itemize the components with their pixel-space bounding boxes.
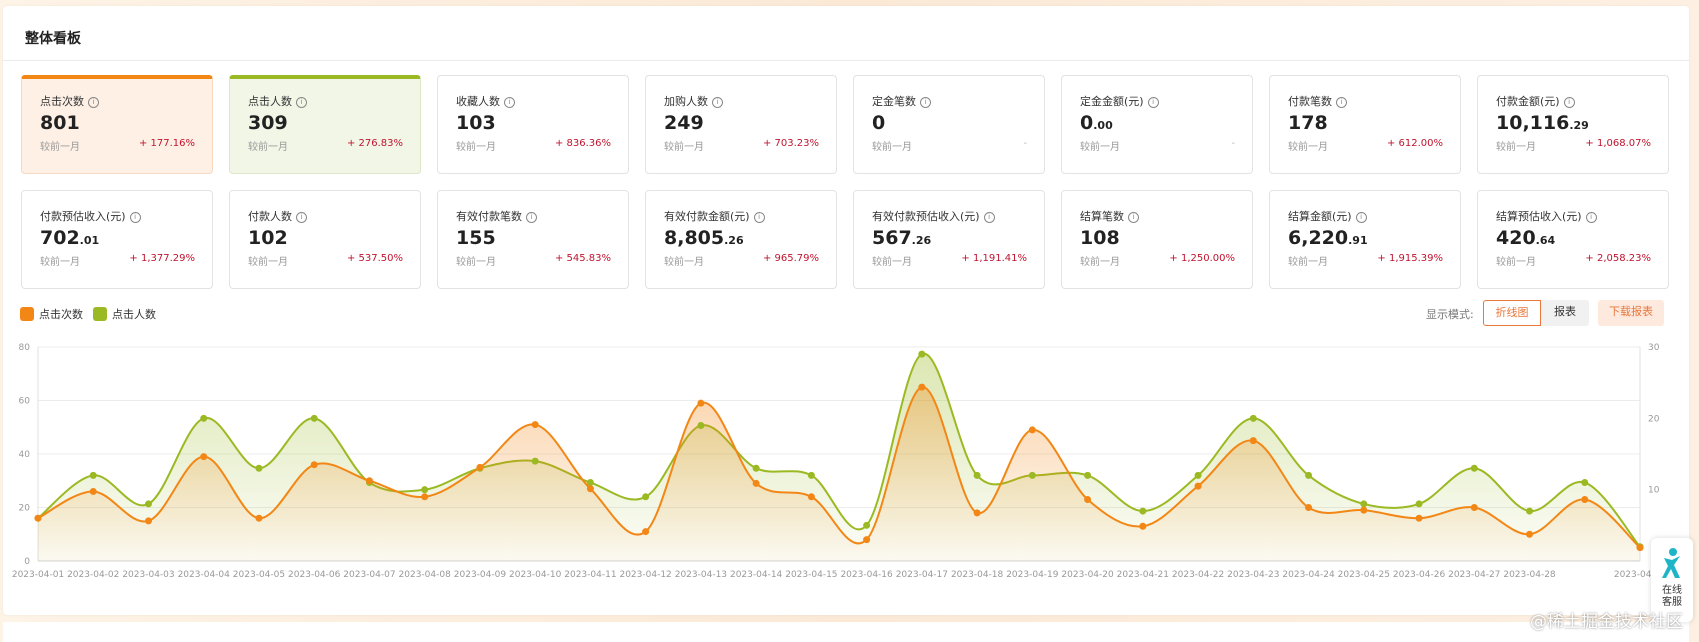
data-point-visitors (863, 521, 871, 529)
data-point-clicks (1581, 495, 1589, 503)
data-point-visitors (1249, 414, 1257, 422)
data-point-clicks (310, 461, 318, 469)
data-point-clicks (1305, 504, 1313, 511)
data-point-clicks (1139, 522, 1147, 530)
x-tick-label: 2023-04-19 (1006, 570, 1059, 580)
data-point-clicks (365, 477, 373, 485)
x-tick-label: 2023-04-28 (1503, 570, 1556, 580)
service-agent-icon (1662, 548, 1680, 578)
service-label-line1: 在线 (1662, 585, 1682, 596)
data-point-visitors (144, 500, 152, 508)
data-point-visitors (421, 486, 429, 494)
x-tick-label: 2023-04-21 (1117, 570, 1169, 580)
x-tick-label: 2023-04-26 (1393, 570, 1446, 580)
x-tick-label: 2023-04-27 (1448, 570, 1500, 580)
y-right-tick-label: 30 (1648, 343, 1660, 353)
data-point-clicks (421, 493, 429, 501)
x-tick-label: 2023-04-25 (1338, 570, 1390, 580)
data-point-clicks (1194, 482, 1202, 490)
next-panel-edge (3, 622, 1689, 642)
data-point-visitors (1470, 464, 1478, 472)
y-right-tick-label: 10 (1648, 486, 1660, 496)
data-point-clicks (1636, 544, 1644, 552)
x-tick-label: 2023-04-12 (619, 570, 671, 580)
data-point-visitors (531, 457, 539, 465)
data-point-clicks (973, 509, 981, 517)
data-point-clicks (1470, 504, 1478, 511)
data-point-clicks (255, 514, 263, 522)
data-point-clicks (144, 517, 152, 525)
data-point-clicks (34, 514, 42, 522)
data-point-clicks (89, 487, 97, 495)
y-right-tick-label: 20 (1648, 414, 1660, 424)
x-tick-label: 2023-04-15 (785, 570, 837, 580)
x-tick-label: 2023-04-24 (1282, 570, 1335, 580)
data-point-visitors (255, 464, 263, 472)
x-tick-label: 2023-04-22 (1172, 570, 1224, 580)
data-point-visitors (586, 479, 594, 487)
data-point-visitors (89, 471, 97, 479)
x-tick-label: 2023-04-05 (233, 570, 285, 580)
data-point-clicks (1526, 530, 1534, 538)
x-tick-label: 2023-04-18 (951, 570, 1004, 580)
x-tick-label: 2023-04-17 (896, 570, 948, 580)
data-point-clicks (476, 463, 484, 471)
data-point-clicks (1360, 506, 1368, 514)
data-point-clicks (200, 453, 208, 461)
data-point-clicks (642, 528, 650, 536)
data-point-clicks (697, 399, 705, 407)
data-point-clicks (863, 536, 871, 544)
data-point-clicks (1249, 437, 1257, 445)
x-tick-label: 2023-04-07 (343, 570, 395, 580)
data-point-visitors (1028, 471, 1036, 479)
x-tick-label: 2023-04-16 (840, 570, 893, 580)
x-tick-label: 2023-04-23 (1227, 570, 1279, 580)
watermark: @稀土掘金技术社区 (1530, 612, 1683, 632)
data-point-clicks (586, 485, 594, 493)
data-point-visitors (1526, 507, 1534, 515)
x-tick-label: 2023-04-14 (730, 570, 783, 580)
y-left-tick-label: 40 (19, 450, 31, 460)
data-point-clicks (1084, 495, 1092, 503)
data-point-visitors (752, 464, 760, 472)
data-point-clicks (531, 421, 539, 429)
data-point-visitors (1139, 507, 1147, 515)
x-tick-label: 2023-04-09 (454, 570, 507, 580)
y-left-tick-label: 60 (19, 397, 31, 407)
x-tick-label: 2023-04-03 (122, 570, 174, 580)
data-point-visitors (1360, 500, 1368, 508)
y-left-tick-label: 20 (19, 504, 31, 514)
data-point-visitors (1194, 471, 1202, 479)
data-point-visitors (1581, 479, 1589, 487)
x-tick-label: 2023-04-08 (399, 570, 452, 580)
data-point-visitors (973, 471, 981, 479)
x-tick-label: 2023-04-13 (675, 570, 727, 580)
data-point-visitors (642, 493, 650, 501)
x-tick-label: 2023-04-01 (12, 570, 64, 580)
data-point-clicks (807, 493, 815, 501)
x-tick-label: 2023-04-02 (67, 570, 119, 580)
data-point-visitors (200, 414, 208, 422)
data-point-visitors (918, 350, 926, 358)
data-point-clicks (752, 479, 760, 487)
data-point-clicks (1028, 426, 1036, 434)
line-chart: 0204060801020302023-04-01 2023-04-02 2023-… (12, 343, 1667, 580)
data-point-clicks (918, 383, 926, 391)
x-tick-label: 2023-04-06 (288, 570, 341, 580)
data-point-visitors (310, 414, 318, 422)
data-point-visitors (697, 421, 705, 429)
x-tick-label: 2023-04-04 (178, 570, 231, 580)
x-tick-label: 2023-04-10 (509, 570, 562, 580)
data-point-visitors (1084, 471, 1092, 479)
y-left-tick-label: 80 (19, 343, 31, 353)
x-tick-label: 2023-04-11 (564, 570, 616, 580)
x-tick-label: 2023-04-20 (1061, 570, 1114, 580)
data-point-clicks (1415, 514, 1423, 522)
data-point-visitors (807, 471, 815, 479)
y-left-tick-label: 0 (24, 557, 30, 567)
data-point-visitors (1305, 471, 1313, 479)
data-point-visitors (1415, 500, 1423, 508)
